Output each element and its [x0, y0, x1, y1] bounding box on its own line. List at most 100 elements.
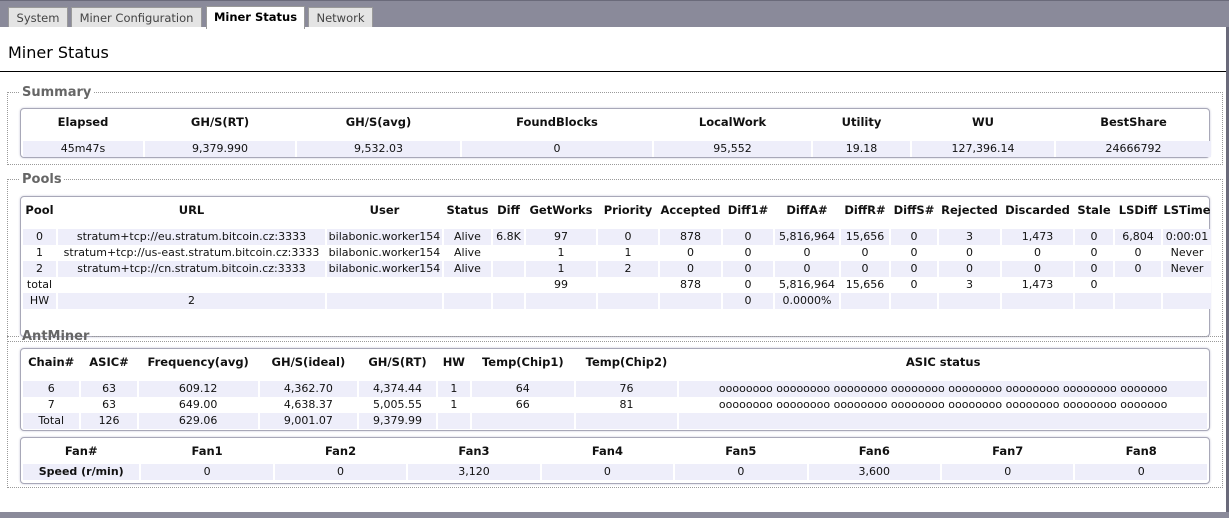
antminer-header: HW — [442, 355, 465, 369]
pools-cell — [493, 293, 524, 309]
antminer-header: Temp(Chip2) — [585, 355, 668, 369]
pools-header: LSDiff — [1118, 203, 1158, 217]
pools-cell: 0 — [1002, 261, 1073, 277]
antminer-header: Chain# — [28, 355, 75, 369]
tab-miner-status[interactable]: Miner Status — [206, 6, 305, 29]
fans-speed-cell: 0 — [274, 464, 407, 480]
pools-cell: 0 — [1115, 261, 1161, 277]
fans-table-box: Fan# Fan1 Fan2 Fan3 Fan4 Fan5 Fan6 Fan7 Fan8 Spe… — [20, 437, 1210, 484]
pools-cell: 1 — [526, 245, 596, 261]
antminer-cell: Total — [23, 413, 80, 429]
pools-cell: 0 — [939, 261, 1000, 277]
pools-cell: Alive — [444, 245, 491, 261]
summary-table-box: Elapsed GH/S(RT) GH/S(avg) FoundBlocks L… — [20, 108, 1211, 158]
pools-cell: stratum+tcp://cn.stratum.bitcoin.cz:3333 — [58, 261, 325, 277]
pools-cell — [493, 261, 524, 277]
summary-header: BestShare — [1100, 115, 1167, 129]
pools-cell — [493, 277, 524, 293]
pools-cell: 0.0000% — [775, 293, 839, 309]
summary-header: GH/S(RT) — [190, 115, 250, 129]
fans-header: Fan3 — [458, 444, 490, 458]
fans-header: Fan7 — [992, 444, 1024, 458]
pools-cell: total — [23, 277, 56, 293]
pools-cell: Never — [1163, 245, 1211, 261]
antminer-cell: 629.06 — [138, 413, 258, 429]
pools-cell: 878 — [660, 277, 721, 293]
pools-cell — [493, 245, 524, 261]
pools-cell — [444, 293, 491, 309]
fans-header: Fan2 — [324, 444, 357, 458]
pools-table-box: Pool URL User Status Diff GetWorks Priority Acc… — [20, 196, 1211, 337]
pools-cell: 0 — [723, 277, 773, 293]
antminer-header: Frequency(avg) — [147, 355, 249, 369]
pools-cell: stratum+tcp://us-east.stratum.bitcoin.cz… — [58, 245, 325, 261]
pools-cell: 1 — [526, 261, 596, 277]
antminer-cell — [471, 413, 574, 429]
antminer-cell: 9,001.07 — [259, 413, 358, 429]
antminer-legend: AntMiner — [22, 329, 90, 344]
tab-miner-configuration[interactable]: Miner Configuration — [71, 7, 202, 28]
antminer-table-box: Chain# ASIC# Frequency(avg) GH/S(ideal) GH/S… — [20, 348, 1210, 431]
pools-header: Diff — [497, 203, 520, 217]
pools-header: URL — [178, 203, 205, 217]
pools-cell: 6,804 — [1115, 229, 1161, 245]
pools-cell: 0 — [723, 293, 773, 309]
antminer-cell: 76 — [575, 381, 678, 397]
antminer-header: Temp(Chip1) — [481, 355, 564, 369]
fans-speed-cell: 3,120 — [408, 464, 540, 480]
pools-header: Rejected — [941, 203, 998, 217]
summary-cell: 9,379.990 — [145, 141, 295, 157]
antminer-chain-row: Total 126 629.06 9,001.07 9,379.99 — [23, 413, 1207, 429]
pools-cell: 3 — [939, 277, 1000, 293]
pools-cell — [327, 277, 442, 293]
antminer-chain-row: 6 63 609.12 4,362.70 4,374.44 1 64 76 oooooooo o… — [23, 381, 1207, 397]
pools-cell: 0 — [723, 229, 773, 245]
pools-cell: 15,656 — [841, 229, 889, 245]
title-divider — [0, 71, 1226, 72]
summary-header: LocalWork — [698, 115, 767, 129]
pools-row: HW 2 0 0.0000% — [23, 293, 1211, 309]
main-content: Miner Status Summary Elapsed GH/S(RT) GH… — [0, 27, 1229, 512]
pools-cell: 1,473 — [1002, 229, 1073, 245]
pools-cell: 2 — [23, 261, 56, 277]
pools-cell: 1,473 — [1002, 277, 1073, 293]
pools-cell — [1115, 277, 1161, 293]
pools-cell: 2 — [58, 293, 325, 309]
pools-cell — [1163, 277, 1211, 293]
tab-network[interactable]: Network — [308, 7, 373, 28]
tab-system[interactable]: System — [8, 7, 68, 28]
pools-cell: 0:00:01 — [1163, 229, 1211, 245]
pools-header: Status — [446, 203, 489, 217]
pools-cell — [598, 293, 658, 309]
summary-cell: 9,532.03 — [297, 141, 460, 157]
antminer-cell: oooooooo oooooooo oooooooo oooooooo oooo… — [679, 397, 1207, 413]
pools-header: Diff1# — [727, 203, 769, 217]
fans-speed-cell: 0 — [942, 464, 1074, 480]
pools-cell: 1 — [23, 245, 56, 261]
pools-cell: 5,816,964 — [775, 229, 839, 245]
pools-cell: Alive — [444, 261, 491, 277]
pools-cell: 2 — [598, 261, 658, 277]
pools-cell: 0 — [598, 229, 658, 245]
pools-cell — [327, 293, 442, 309]
pools-cell: HW — [23, 293, 56, 309]
antminer-cell — [437, 413, 470, 429]
antminer-cell: oooooooo oooooooo oooooooo oooooooo oooo… — [679, 381, 1207, 397]
pools-cell: 0 — [723, 261, 773, 277]
window-bottom-border — [0, 512, 1229, 518]
pools-cell: 0 — [891, 229, 937, 245]
fans-header: Fan1 — [191, 444, 223, 458]
pools-cell: 0 — [1115, 245, 1161, 261]
pools-cell: 0 — [1075, 229, 1113, 245]
pools-cell — [660, 293, 721, 309]
pools-cell: 6.8K — [493, 229, 524, 245]
fans-header: Fan6 — [858, 444, 890, 458]
pools-cell: 0 — [723, 245, 773, 261]
pools-header: Pool — [25, 203, 54, 217]
antminer-header: GH/S(ideal) — [271, 355, 346, 369]
fans-table: Fan# Fan1 Fan2 Fan3 Fan4 Fan5 Fan6 Fan7 Fan8 Spe… — [21, 438, 1209, 480]
summary-header: Utility — [841, 115, 882, 129]
fans-speed-cell: 0 — [541, 464, 674, 480]
pools-cell: 99 — [526, 277, 596, 293]
antminer-header-row: Chain# ASIC# Frequency(avg) GH/S(ideal) GH/S… — [23, 349, 1207, 375]
